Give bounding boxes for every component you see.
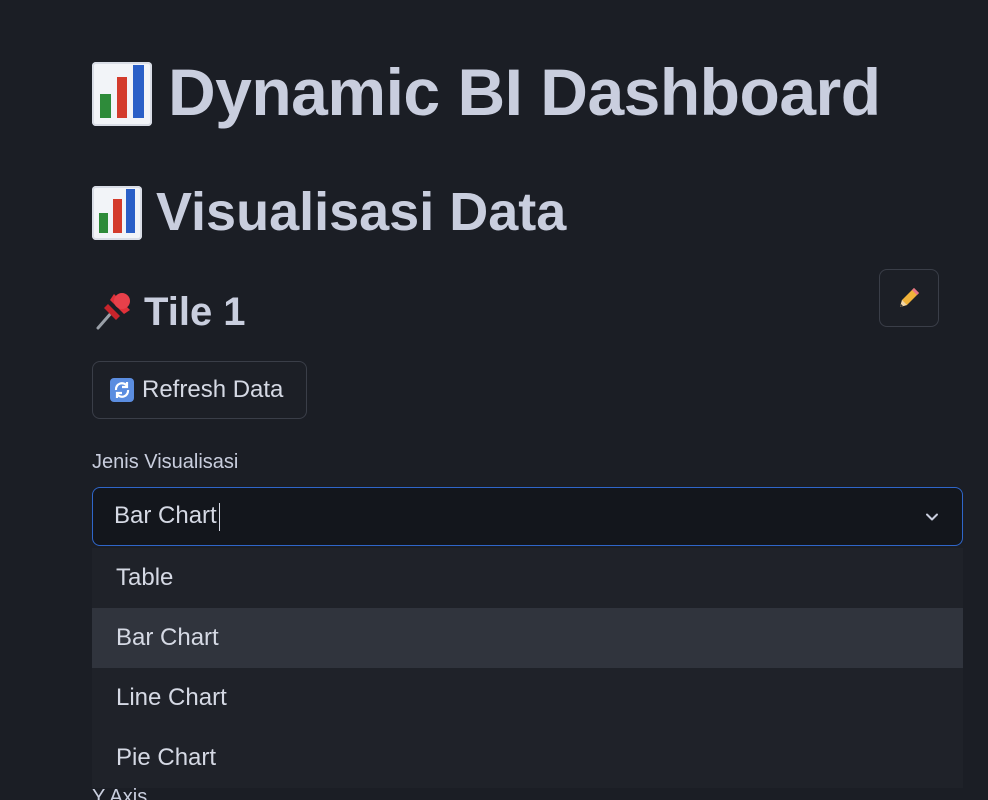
tile-title-text: Tile 1 [144,290,246,334]
bar-chart-icon [92,61,152,126]
dashboard-page: Dynamic BI Dashboard Visualisasi Data Ti… [0,0,988,800]
dropdown-option-line-chart[interactable]: Line Chart [92,668,963,728]
app-title: Dynamic BI Dashboard [92,52,881,132]
chevron-down-icon[interactable] [922,507,942,527]
dropdown-option-table[interactable]: Table [92,548,963,608]
select-current-value: Bar Chart [93,502,221,531]
refresh-data-label: Refresh Data [142,376,284,403]
dropdown-option-bar-chart[interactable]: Bar Chart [92,608,963,668]
pushpin-icon [96,293,130,330]
visualization-type-label: Jenis Visualisasi [92,451,239,473]
pencil-icon [900,288,919,307]
app-title-text: Dynamic BI Dashboard [168,55,881,129]
refresh-data-button[interactable]: Refresh Data [92,361,307,419]
dropdown-option-pie-chart[interactable]: Pie Chart [92,728,963,788]
visualization-dropdown-menu: Table Bar Chart Line Chart Pie Chart [92,548,963,788]
tile-title: Tile 1 [92,286,246,338]
edit-tile-button[interactable] [879,269,939,327]
y-axis-label: Y Axis [92,786,148,800]
section-title: Visualisasi Data [92,178,566,246]
refresh-icon [110,378,134,402]
text-cursor [218,502,221,531]
section-title-text: Visualisasi Data [156,182,567,242]
visualization-type-select[interactable]: Bar Chart [92,487,963,546]
bar-chart-icon [92,185,142,240]
